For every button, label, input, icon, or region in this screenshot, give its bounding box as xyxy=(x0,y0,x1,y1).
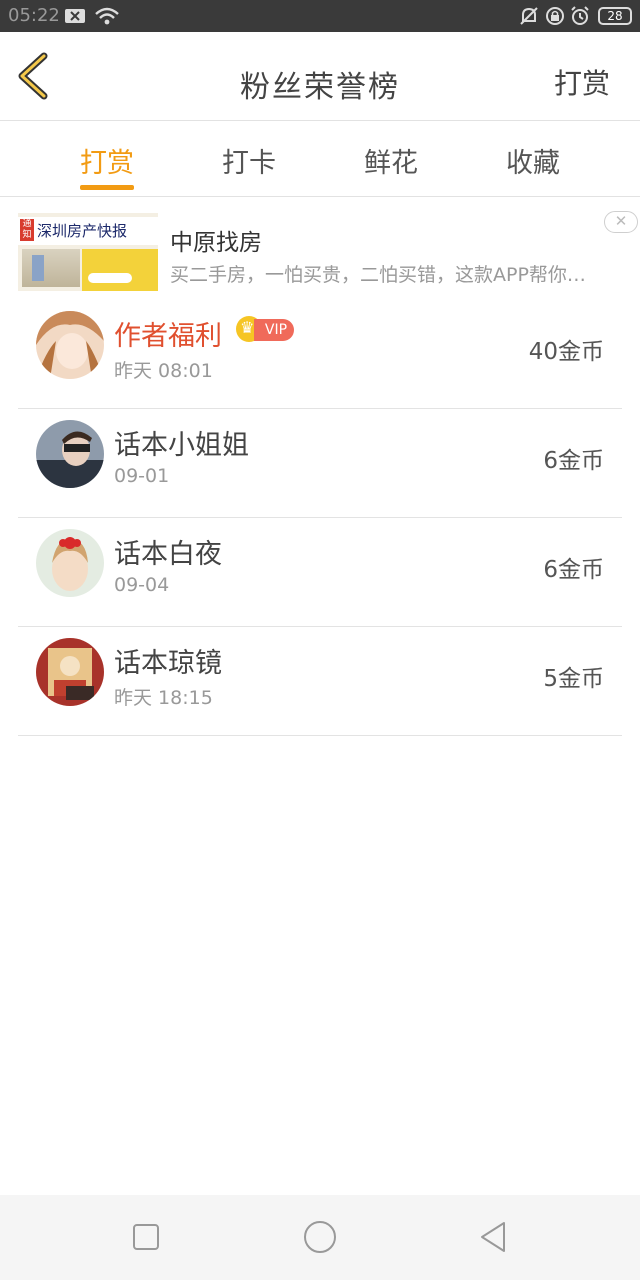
vip-label: VIP xyxy=(254,319,294,341)
square-recents-icon[interactable] xyxy=(126,1217,166,1257)
status-time: 05:22 xyxy=(8,5,60,26)
list-item[interactable]: 话本白夜 09-04 6金币 xyxy=(18,518,622,627)
reward-amount: 5金币 xyxy=(543,666,604,692)
ad-thumbnail: 通知 深圳房产快报 xyxy=(18,213,158,291)
status-bar: 05:22 28 xyxy=(0,0,640,32)
vip-badge: VIP xyxy=(236,316,294,342)
system-nav-bar xyxy=(0,1195,640,1280)
battery-icon: 28 xyxy=(598,7,632,25)
close-icon: ✕ xyxy=(614,212,628,230)
ad-description: 买二手房，一怕买贵，二怕买错，这款APP帮你解决 xyxy=(170,264,590,286)
ad-thumb-tag: 通知 xyxy=(20,219,34,241)
wifi-icon xyxy=(95,7,119,25)
user-name: 话本白夜 xyxy=(114,539,222,570)
ad-thumb-headline: 深圳房产快报 xyxy=(37,222,128,240)
list-item[interactable]: 话本小姐姐 09-01 6金币 xyxy=(18,409,622,518)
reward-time: 昨天 08:01 xyxy=(114,360,213,382)
user-name: 作者福利 xyxy=(114,321,222,352)
user-name: 话本琼镜 xyxy=(114,648,222,679)
reward-amount: 40金币 xyxy=(528,339,604,365)
user-name: 话本小姐姐 xyxy=(114,430,249,461)
avatar xyxy=(36,311,104,379)
circle-home-icon[interactable] xyxy=(300,1217,340,1257)
ad-banner[interactable]: 通知 深圳房产快报 中原找房 买二手房，一怕买贵，二怕买错，这款APP帮你解决 … xyxy=(0,197,640,300)
tab-bar: 打赏 打卡 鲜花 收藏 xyxy=(0,121,640,197)
triangle-back-icon[interactable] xyxy=(474,1217,514,1257)
avatar xyxy=(36,529,104,597)
alarm-icon xyxy=(571,6,589,25)
tab-reward[interactable]: 打赏 xyxy=(57,141,157,180)
reward-button[interactable]: 打赏 xyxy=(554,62,610,102)
tab-checkin[interactable]: 打卡 xyxy=(199,141,299,180)
reward-time: 昨天 18:15 xyxy=(114,687,213,709)
reward-time: 09-04 xyxy=(114,574,170,596)
tab-favorites[interactable]: 收藏 xyxy=(483,141,583,180)
avatar xyxy=(36,420,104,488)
active-tab-indicator xyxy=(80,185,134,190)
avatar xyxy=(36,638,104,706)
lock-rotation-icon xyxy=(546,7,564,25)
reward-amount: 6金币 xyxy=(543,448,604,474)
page-title: 粉丝荣誉榜 xyxy=(240,70,400,105)
ad-close-button[interactable]: ✕ xyxy=(604,211,638,233)
reward-time: 09-01 xyxy=(114,465,170,487)
list-item[interactable]: 话本琼镜 昨天 18:15 5金币 xyxy=(18,627,622,736)
ad-title: 中原找房 xyxy=(170,230,262,256)
reward-amount: 6金币 xyxy=(543,557,604,583)
list-item[interactable]: 作者福利 VIP 昨天 08:01 40金币 xyxy=(18,300,622,409)
close-notification-icon xyxy=(65,9,85,23)
title-bar: 粉丝荣誉榜 打赏 xyxy=(0,32,640,121)
tab-flowers[interactable]: 鲜花 xyxy=(341,141,441,180)
ranking-list: 作者福利 VIP 昨天 08:01 40金币 话本小姐姐 09-01 6金币 xyxy=(18,300,622,736)
bell-off-icon xyxy=(520,7,538,25)
